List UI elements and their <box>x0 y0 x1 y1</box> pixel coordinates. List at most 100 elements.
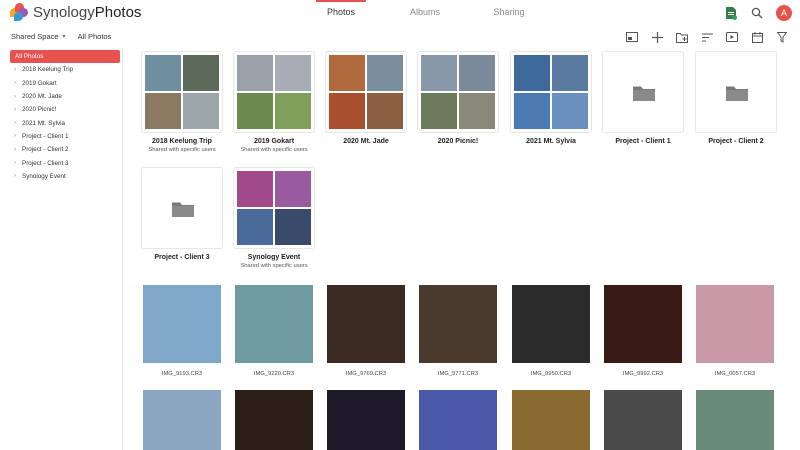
album-cover[interactable] <box>141 167 223 249</box>
new-folder-icon[interactable] <box>674 29 690 45</box>
sidebar-item-all-photos[interactable]: All Photos <box>10 50 120 64</box>
add-icon[interactable] <box>649 29 665 45</box>
album-card[interactable]: Project - Client 2 <box>695 51 777 145</box>
photo-thumbnail[interactable] <box>143 285 221 363</box>
sub-toolbar: Shared Space ▾ All Photos <box>0 27 800 47</box>
cover-thumb <box>275 171 311 207</box>
sidebar-item-2018-keelung-trip[interactable]: › 2018 Keelung Trip <box>10 63 120 76</box>
sidebar-item-2020-mt-jade[interactable]: › 2020 Mt. Jade <box>10 90 120 103</box>
cover-thumb <box>237 209 273 245</box>
album-cover[interactable] <box>417 51 499 133</box>
photo-thumbnail[interactable] <box>604 285 682 363</box>
user-avatar[interactable]: A <box>776 5 792 21</box>
album-card[interactable]: 2019 Gokart Shared with specific users <box>233 51 315 153</box>
photo-thumbnail[interactable] <box>512 390 590 450</box>
album-card[interactable]: 2020 Mt. Jade <box>325 51 407 145</box>
tab-sharing[interactable]: Sharing <box>484 0 534 26</box>
calendar-icon[interactable] <box>749 29 765 45</box>
photo-thumbnail[interactable] <box>143 390 221 450</box>
album-card[interactable]: Project - Client 3 <box>141 167 223 261</box>
sidebar-item-project-client-1[interactable]: › Project - Client 1 <box>10 130 120 143</box>
cover-thumb <box>552 93 588 129</box>
chevron-right-icon[interactable]: › <box>14 147 22 153</box>
sidebar-item-2020-picnic[interactable]: › 2020 Picnic! <box>10 103 120 116</box>
photo-thumbnail[interactable] <box>696 285 774 363</box>
filter-icon[interactable] <box>774 29 790 45</box>
album-card[interactable]: 2018 Keelung Trip Shared with specific u… <box>141 51 223 153</box>
spreadsheet-sync-icon[interactable] <box>722 4 740 22</box>
photo-item[interactable]: IMG_9771.CR3 <box>419 285 497 377</box>
photo-item[interactable]: IMG_9950.CR3 <box>512 285 590 377</box>
sort-icon[interactable] <box>699 29 715 45</box>
search-icon[interactable] <box>748 4 766 22</box>
album-card[interactable]: 2020 Picnic! <box>417 51 499 145</box>
album-cover[interactable] <box>233 51 315 133</box>
album-cover[interactable] <box>141 51 223 133</box>
cover-thumb <box>275 209 311 245</box>
photo-thumbnail[interactable] <box>696 390 774 450</box>
slideshow-view-icon[interactable] <box>624 29 640 45</box>
cover-thumb <box>421 93 457 129</box>
album-title: 2020 Picnic! <box>437 138 479 145</box>
album-cover[interactable] <box>233 167 315 249</box>
album-card[interactable]: 2021 Mt. Sylvia <box>510 51 592 145</box>
brand-name: Synology <box>33 3 95 21</box>
photo-thumbnail[interactable] <box>419 390 497 450</box>
chevron-right-icon[interactable]: › <box>14 67 22 73</box>
album-cover[interactable] <box>602 51 684 133</box>
chevron-right-icon[interactable]: › <box>14 173 22 179</box>
tab-albums[interactable]: Albums <box>400 0 450 26</box>
album-title: 2020 Mt. Jade <box>343 138 389 145</box>
caret-down-icon[interactable]: ▾ <box>63 33 66 40</box>
chevron-right-icon[interactable]: › <box>14 80 22 86</box>
album-card[interactable]: Synology Event Shared with specific user… <box>233 167 315 269</box>
album-share-status: Shared with specific users <box>240 147 308 153</box>
photo-thumbnail[interactable] <box>327 285 405 363</box>
album-card[interactable]: Project - Client 1 <box>602 51 684 145</box>
tab-photos[interactable]: Photos <box>316 0 366 26</box>
photo-item[interactable]: IMG_9193.CR3 <box>143 285 221 377</box>
photo-item[interactable]: IMG_0057.CR3 <box>696 285 774 377</box>
cover-thumb <box>514 93 550 129</box>
sidebar-item-synology-event[interactable]: › Synology Event <box>10 170 120 183</box>
photo-thumbnail[interactable] <box>512 285 590 363</box>
cover-mosaic <box>237 55 311 129</box>
photo-thumbnail[interactable] <box>604 390 682 450</box>
folder-icon <box>172 202 194 217</box>
sidebar-item-project-client-2[interactable]: › Project - Client 2 <box>10 143 120 156</box>
sidebar-item-label: Project - Client 1 <box>22 132 69 140</box>
cover-thumb <box>421 55 457 91</box>
photo-thumbnail[interactable] <box>327 390 405 450</box>
sidebar-item-2019-gokart[interactable]: › 2019 Gokart <box>10 77 120 90</box>
space-selector[interactable]: Shared Space <box>11 32 59 41</box>
cover-mosaic <box>421 55 495 129</box>
album-cover[interactable] <box>695 51 777 133</box>
photo-thumbnail[interactable] <box>419 285 497 363</box>
synology-photos-logo-icon <box>10 3 28 21</box>
photo-item[interactable]: IMG_9769.CR3 <box>327 285 405 377</box>
photo-thumbnail[interactable] <box>235 285 313 363</box>
chevron-right-icon[interactable]: › <box>14 94 22 100</box>
photo-item[interactable]: IMG_9992.CR3 <box>604 285 682 377</box>
cover-mosaic <box>329 55 403 129</box>
photo-filename: IMG_9950.CR3 <box>530 371 572 377</box>
breadcrumb: Shared Space ▾ All Photos <box>11 32 111 41</box>
chevron-right-icon[interactable]: › <box>14 107 22 113</box>
app-logo[interactable]: SynologyPhotos <box>10 3 141 21</box>
play-slideshow-icon[interactable] <box>724 29 740 45</box>
photo-item[interactable]: IMG_9220.CR3 <box>235 285 313 377</box>
sidebar-item-2021-mt-sylvia[interactable]: › 2021 Mt. Sylvia <box>10 116 120 129</box>
chevron-right-icon[interactable]: › <box>14 133 22 139</box>
album-cover[interactable] <box>510 51 592 133</box>
top-actions: A <box>714 4 792 22</box>
cover-thumb <box>237 93 273 129</box>
cover-thumb <box>329 93 365 129</box>
sidebar-item-project-client-3[interactable]: › Project - Client 3 <box>10 156 120 169</box>
chevron-right-icon[interactable]: › <box>14 160 22 166</box>
chevron-right-icon[interactable]: › <box>14 120 22 126</box>
album-cover[interactable] <box>325 51 407 133</box>
cover-mosaic <box>145 55 219 129</box>
photo-thumbnail[interactable] <box>235 390 313 450</box>
cover-thumb <box>237 55 273 91</box>
top-bar: SynologyPhotos Photos Albums Sharing A <box>0 0 800 26</box>
